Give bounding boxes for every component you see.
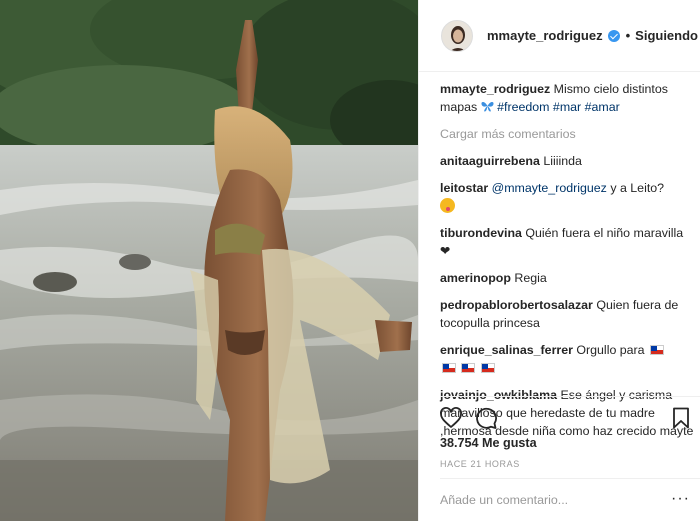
- post-header: mmayte_rodriguez • Siguiendo: [419, 0, 700, 72]
- chile-flag-icon: [461, 363, 476, 373]
- mention-link[interactable]: @mmayte_rodriguez: [492, 181, 607, 195]
- hashtag-link[interactable]: #mar: [553, 100, 581, 114]
- comment: anitaaguirrebena Liiiinda: [440, 152, 695, 170]
- like-count[interactable]: 38.754 Me gusta: [440, 436, 537, 450]
- comment-username[interactable]: enrique_salinas_ferrer: [440, 343, 573, 357]
- comment: enrique_salinas_ferrer Orgullo para: [440, 341, 695, 377]
- load-more-comments-button[interactable]: Cargar más comentarios: [440, 125, 695, 143]
- post-actions: [439, 406, 689, 432]
- comment-text: y a Leito?: [610, 181, 665, 195]
- hashtag-link[interactable]: #freedom: [497, 100, 549, 114]
- avatar[interactable]: [441, 19, 473, 52]
- divider: [440, 478, 700, 479]
- comment-username[interactable]: pedropablorobertosalazar: [440, 298, 593, 312]
- add-comment-input[interactable]: [440, 487, 670, 513]
- comment-username[interactable]: amerinopop: [440, 271, 511, 285]
- comment: pedropablorobertosalazar Quien fuera de …: [440, 296, 695, 332]
- verified-badge-icon: [607, 29, 620, 42]
- more-options-button[interactable]: ···: [671, 490, 690, 508]
- hashtag-link[interactable]: #amar: [585, 100, 620, 114]
- chile-flag-icon: [650, 345, 665, 355]
- header-username[interactable]: mmayte_rodriguez: [487, 28, 603, 43]
- post-timestamp[interactable]: HACE 21 HORAS: [440, 459, 520, 469]
- comment: leitostar @mmayte_rodriguez y a Leito?: [440, 179, 695, 215]
- comment-username[interactable]: jovainjo_owkiblama: [440, 388, 557, 402]
- caption-username[interactable]: mmayte_rodriguez: [440, 82, 550, 96]
- comments-list: mmayte_rodriguez Mismo cielo distintos m…: [440, 80, 695, 449]
- comment: amerinopop Regia: [440, 269, 695, 287]
- comment-text: Regia: [514, 271, 547, 285]
- post-details-panel: mmayte_rodriguez • Siguiendo mmayte_rodr…: [418, 0, 700, 521]
- comment-text: Liiiinda: [543, 154, 582, 168]
- post-image: [0, 0, 418, 521]
- comment-icon[interactable]: [474, 406, 498, 430]
- tongue-face-icon: [440, 198, 455, 213]
- comment-text: Orgullo para: [576, 343, 645, 357]
- chile-flag-icon: [442, 363, 456, 373]
- comment-username[interactable]: anitaaguirrebena: [440, 154, 540, 168]
- butterfly-icon: [481, 101, 494, 112]
- comment-username[interactable]: leitostar: [440, 181, 488, 195]
- comment-text: Quién fuera el niño maravilla: [525, 226, 684, 240]
- comment: tiburondevina Quién fuera el niño maravi…: [440, 224, 695, 260]
- bookmark-icon[interactable]: [669, 406, 693, 430]
- following-button[interactable]: Siguiendo: [635, 28, 698, 43]
- caption: mmayte_rodriguez Mismo cielo distintos m…: [440, 80, 695, 116]
- black-heart-icon: ❤: [440, 244, 451, 258]
- post-photo[interactable]: [0, 0, 418, 521]
- chile-flag-icon: [480, 363, 495, 373]
- separator-dot: •: [625, 28, 631, 43]
- heart-icon[interactable]: [439, 406, 463, 430]
- divider: [440, 396, 700, 397]
- comment-username[interactable]: tiburondevina: [440, 226, 522, 240]
